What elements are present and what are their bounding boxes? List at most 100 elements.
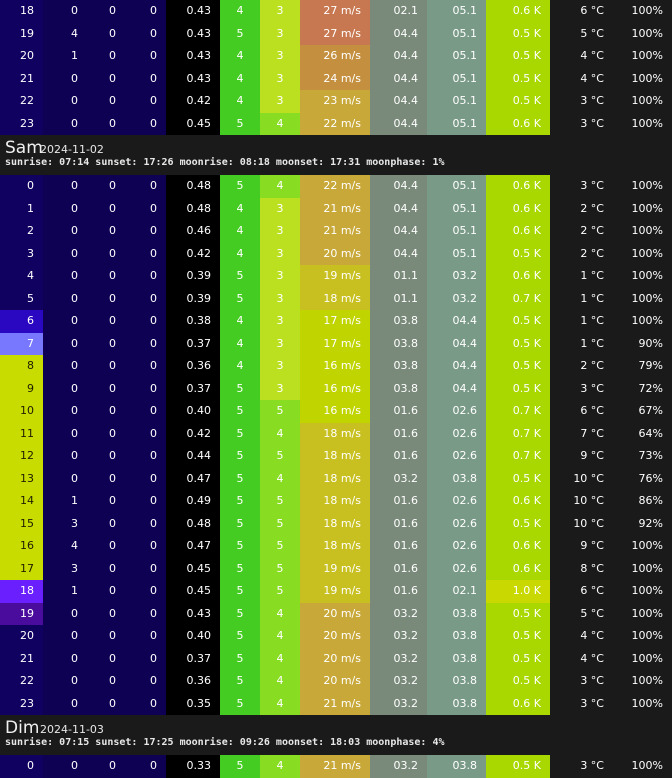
humidity-cell: 64% [638,426,663,440]
precip-cell: 1 [43,580,87,603]
temp-cell: 3 °C [580,94,604,107]
hail-cell: 0 [125,22,166,45]
hail-cell: 0 [125,0,166,23]
snow-cell: 0 [87,647,125,670]
snow-cell: 0 [87,422,125,445]
humidity-cell: 100% [631,26,663,40]
uv-cell: 0.47 [166,535,220,558]
hour-cell: 21 [0,647,43,670]
temp-diff-cell: 0.5 K [486,355,550,378]
gust-level-cell: 4 [260,112,300,135]
wind-dir-b-cell: 02.6 [427,422,486,445]
hail-cell: 0 [125,692,166,715]
uv-cell: 0.43 [166,0,220,23]
precip-cell: 0 [43,112,87,135]
humidity-cell: 100% [631,291,663,305]
wind-dir-a-cell: 01.6 [370,422,427,445]
snow-cell: 0 [87,625,125,648]
wind-dir-b-cell: 04.4 [427,310,486,333]
hail-cell: 0 [125,602,166,625]
table-row: 20 1 0 0 0.43 4 3 26 m/s 04.4 05.1 0.5 K4 °C 100% [0,45,672,68]
wind-speed-cell: 22 m/s [300,112,370,135]
table-row: 0 0 0 0 0.48 5 4 22 m/s 04.4 05.1 0.6 K3 °C 100% [0,175,672,198]
temp-diff-cell: 0.5 K [486,467,550,490]
wind-dir-a-cell: 03.8 [370,332,427,355]
wind-level-cell: 5 [220,377,260,400]
table-row: 11 0 0 0 0.42 5 4 18 m/s 01.6 02.6 0.7 K7 °C 64% [0,422,672,445]
precip-cell: 1 [43,490,87,513]
hour-cell: 0 [0,175,43,198]
wind-dir-b-cell: 05.1 [427,112,486,135]
gust-level-cell: 4 [260,625,300,648]
temp-cell: 10 °C [573,516,604,530]
wind-level-cell: 5 [220,670,260,693]
temp-diff-cell: 0.5 K [486,22,550,45]
gust-level-cell: 3 [260,197,300,220]
hour-cell: 23 [0,112,43,135]
hail-cell: 0 [125,445,166,468]
wind-speed-cell: 18 m/s [300,467,370,490]
wind-dir-a-cell: 01.1 [370,287,427,310]
temp-cell: 6 °C [580,4,604,17]
wind-level-cell: 4 [220,45,260,68]
temp-cell: 2 °C [580,359,604,372]
snow-cell: 0 [87,265,125,288]
gust-level-cell: 3 [260,22,300,45]
wind-dir-a-cell: 03.2 [370,670,427,693]
table-row: 21 0 0 0 0.43 4 3 24 m/s 04.4 05.1 0.5 K4 °C 100% [0,67,672,90]
humidity-cell: 100% [631,674,663,687]
hail-cell: 0 [125,512,166,535]
hail-cell: 0 [125,755,166,778]
temp-cell: 4 °C [580,49,604,62]
uv-cell: 0.37 [166,377,220,400]
hail-cell: 0 [125,377,166,400]
uv-cell: 0.42 [166,242,220,265]
hail-cell: 0 [125,175,166,198]
wind-dir-a-cell: 03.2 [370,755,427,778]
hour-cell: 17 [0,557,43,580]
table-row: 2 0 0 0 0.46 4 3 21 m/s 04.4 05.1 0.6 K2 °C 100% [0,220,672,243]
uv-cell: 0.36 [166,355,220,378]
temp-cell: 1 °C [580,336,604,350]
hour-cell: 4 [0,265,43,288]
wind-level-cell: 5 [220,580,260,603]
wind-level-cell: 5 [220,175,260,198]
temp-cell: 2 °C [580,246,604,260]
hour-cell: 15 [0,512,43,535]
wind-dir-a-cell: 03.2 [370,647,427,670]
hour-cell: 7 [0,332,43,355]
hour-cell: 9 [0,377,43,400]
humidity-cell: 90% [638,336,663,350]
wind-dir-b-cell: 03.8 [427,467,486,490]
hail-cell: 0 [125,535,166,558]
wind-speed-cell: 27 m/s [300,22,370,45]
wind-speed-cell: 21 m/s [300,220,370,243]
temp-diff-cell: 1.0 K [486,580,550,603]
precip-cell: 0 [43,467,87,490]
table-row: 12 0 0 0 0.44 5 5 18 m/s 01.6 02.6 0.7 K9 °C 73% [0,445,672,468]
snow-cell: 0 [87,0,125,23]
humidity-cell: 100% [631,629,663,642]
hail-cell: 0 [125,332,166,355]
uv-cell: 0.44 [166,445,220,468]
humidity-cell: 100% [631,246,663,260]
hour-cell: 12 [0,445,43,468]
hour-cell: 18 [0,580,43,603]
snow-cell: 0 [87,242,125,265]
precip-cell: 4 [43,22,87,45]
temp-diff-cell: 0.5 K [486,67,550,90]
gust-level-cell: 4 [260,647,300,670]
temp-diff-cell: 0.5 K [486,625,550,648]
gust-level-cell: 5 [260,445,300,468]
humidity-cell: 100% [631,651,663,665]
table-row: 15 3 0 0 0.48 5 5 18 m/s 01.6 02.6 0.5 K 10 °C 92% [0,512,672,535]
uv-cell: 0.43 [166,45,220,68]
temp-cell: 4 °C [580,71,604,85]
wind-dir-b-cell: 03.2 [427,287,486,310]
humidity-cell: 100% [631,71,663,85]
temp-cell: 3 °C [580,759,604,772]
temp-cell: 6 °C [580,584,604,597]
table-row: 18 0 0 0 0.43 4 3 27 m/s 02.1 05.1 0.6 K6 °C 100% [0,0,672,23]
snow-cell: 0 [87,467,125,490]
humidity-cell: 100% [631,314,663,327]
